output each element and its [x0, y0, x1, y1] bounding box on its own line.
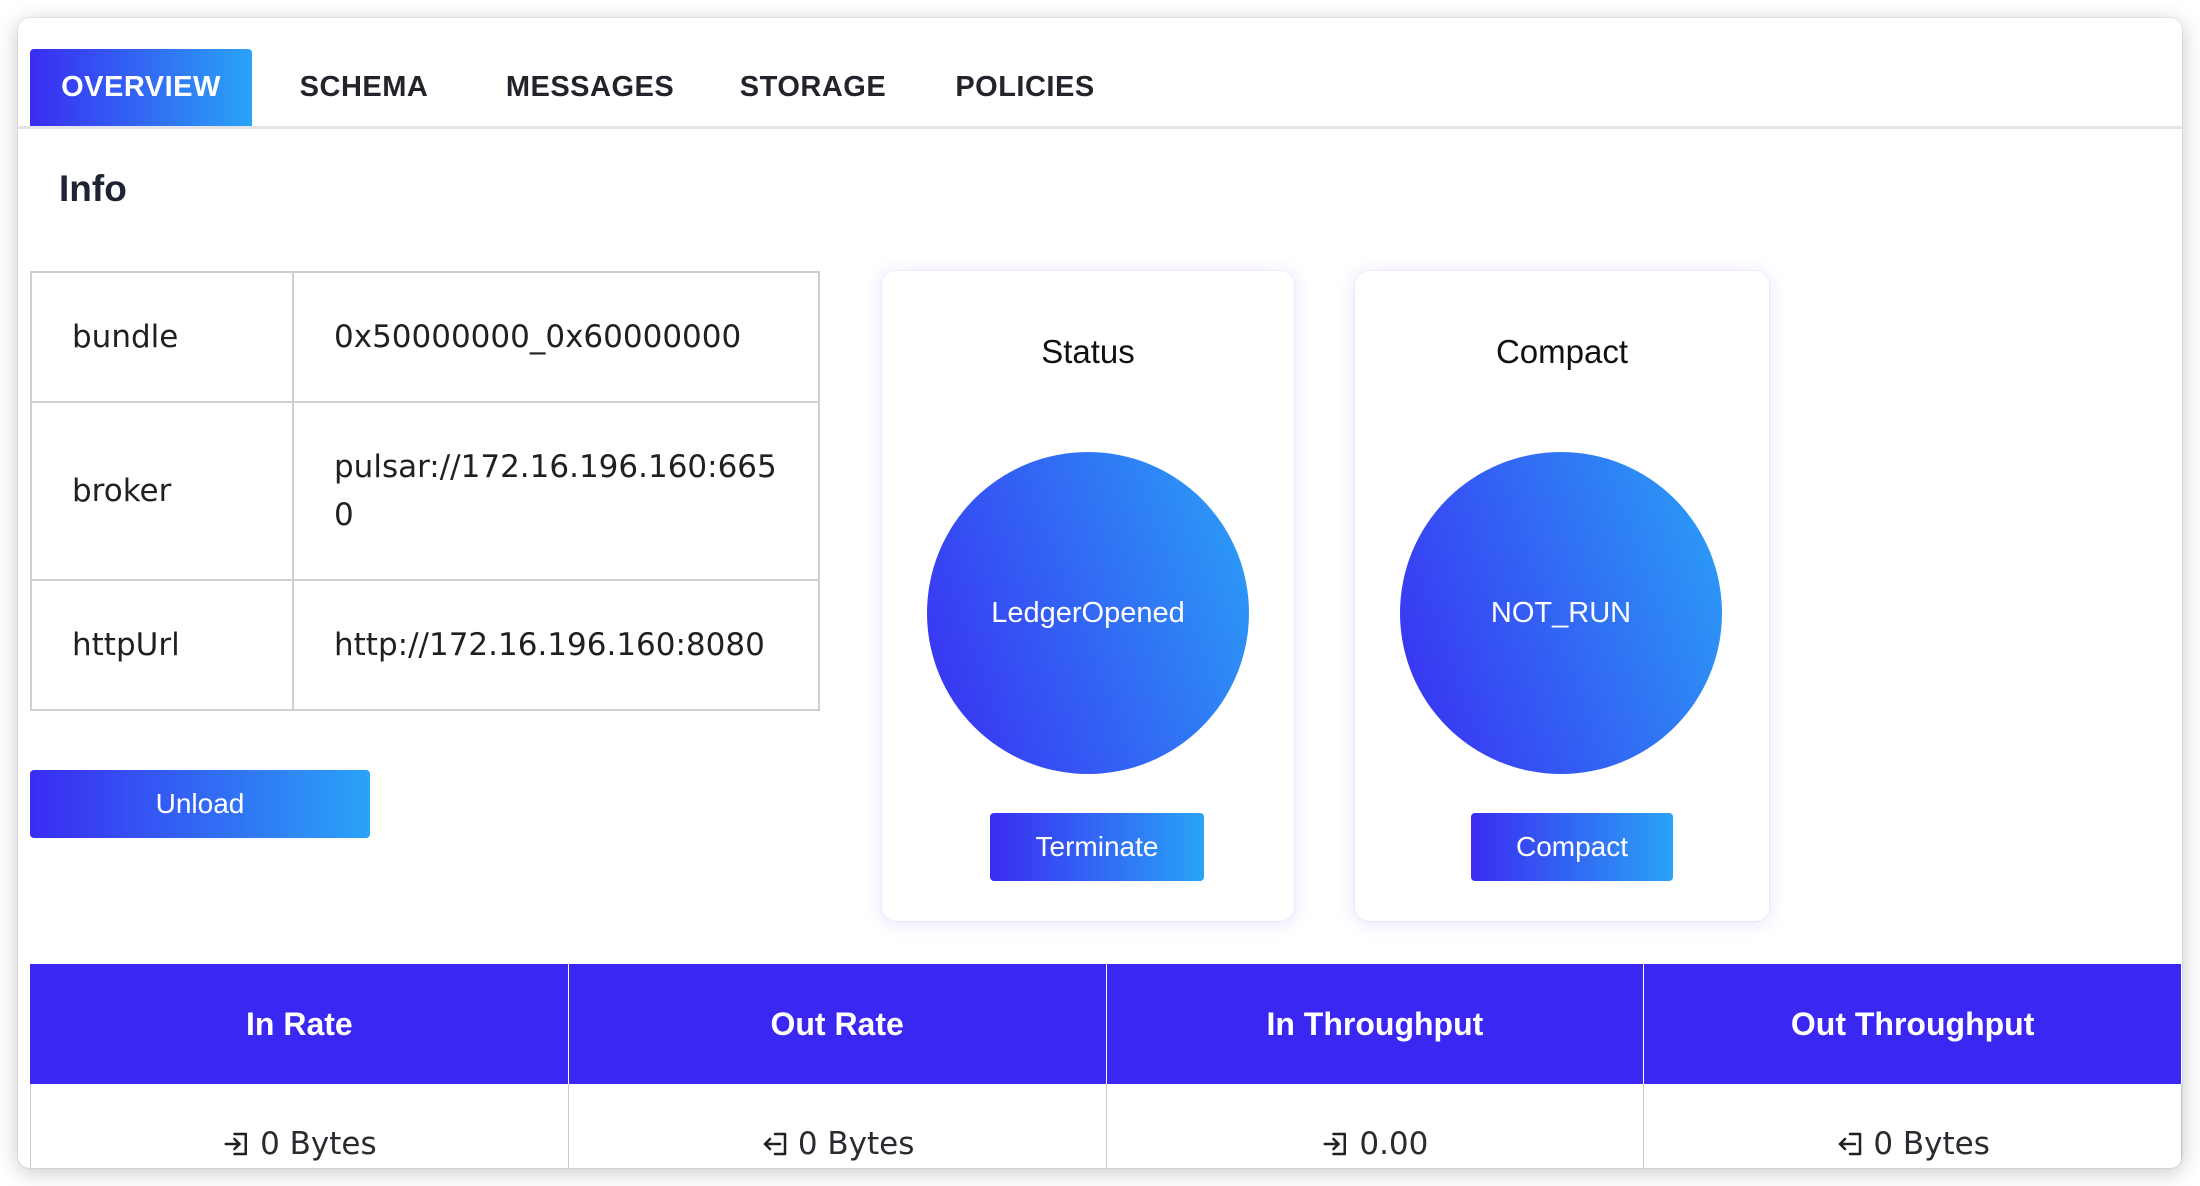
stats-value: 0 Bytes [1873, 1126, 1990, 1162]
table-row: httpUrl http://172.16.196.160:8080 [30, 579, 820, 711]
compact-card: Compact NOT_RUN Compact [1355, 271, 1769, 921]
compact-button[interactable]: Compact [1471, 813, 1673, 881]
stats-header: In Throughput [1105, 964, 1645, 1084]
tab-bar: OVERVIEW SCHEMA MESSAGES STORAGE POLICIE… [18, 18, 2182, 129]
tab-storage[interactable]: STORAGE [718, 49, 908, 126]
status-value: LedgerOpened [991, 596, 1185, 629]
stats-cell: 0.00 [1105, 1084, 1645, 1168]
tab-schema[interactable]: SCHEMA [276, 49, 452, 126]
stats-header: In Rate [30, 964, 569, 1084]
stats-table: In Rate Out Rate In Throughput Out Throu… [30, 964, 2182, 1168]
info-key: broker [30, 401, 294, 581]
tab-policies[interactable]: POLICIES [930, 49, 1120, 126]
unload-button[interactable]: Unload [30, 770, 370, 838]
info-value: http://172.16.196.160:8080 [292, 579, 820, 711]
info-key: bundle [30, 271, 294, 403]
sign-out-icon [1839, 1132, 1862, 1156]
stats-value: 0.00 [1359, 1126, 1429, 1162]
info-table: bundle 0x50000000_0x60000000 broker puls… [30, 271, 820, 711]
compact-indicator: NOT_RUN [1400, 452, 1722, 774]
stats-header: Out Throughput [1643, 964, 2182, 1084]
stats-header: Out Rate [567, 964, 1107, 1084]
stats-cell: 0 Bytes [1643, 1084, 2182, 1168]
sign-in-icon [224, 1132, 248, 1156]
status-indicator: LedgerOpened [927, 452, 1249, 774]
stats-cell: 0 Bytes [30, 1084, 569, 1168]
table-row: bundle 0x50000000_0x60000000 [30, 271, 820, 403]
sign-out-icon [763, 1132, 787, 1156]
compact-card-title: Compact [1495, 333, 1629, 370]
stats-value: 0 Bytes [260, 1126, 377, 1162]
info-value: pulsar://172.16.196.160:6650 [292, 401, 820, 581]
info-heading: Info [59, 168, 127, 209]
status-card: Status LedgerOpened Terminate [882, 271, 1294, 921]
info-key: httpUrl [30, 579, 294, 711]
terminate-button[interactable]: Terminate [990, 813, 1204, 881]
topic-overview-window: OVERVIEW SCHEMA MESSAGES STORAGE POLICIE… [18, 18, 2182, 1168]
sign-in-icon [1323, 1132, 1347, 1156]
stats-header-row: In Rate Out Rate In Throughput Out Throu… [30, 964, 2182, 1084]
info-value: 0x50000000_0x60000000 [292, 271, 820, 403]
stats-value: 0 Bytes [797, 1126, 915, 1162]
status-card-title: Status [1041, 333, 1135, 370]
stats-value-row: 0 Bytes 0 Bytes 0.00 0 Bytes [30, 1084, 2182, 1168]
stats-cell: 0 Bytes [567, 1084, 1107, 1168]
table-row: broker pulsar://172.16.196.160:6650 [30, 401, 820, 581]
tab-messages[interactable]: MESSAGES [486, 49, 694, 126]
tab-overview[interactable]: OVERVIEW [30, 49, 252, 126]
compact-value: NOT_RUN [1490, 596, 1632, 629]
